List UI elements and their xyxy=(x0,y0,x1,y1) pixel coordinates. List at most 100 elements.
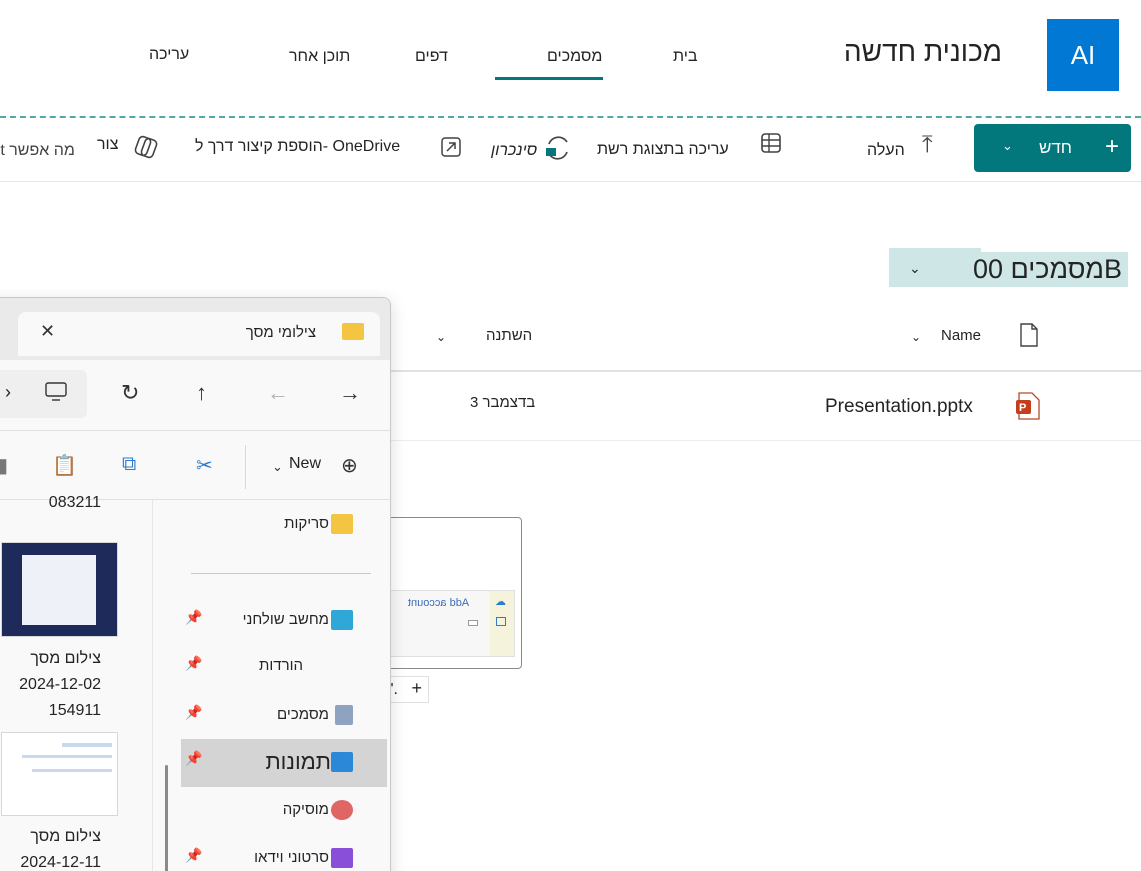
grid-view-icon xyxy=(760,132,782,160)
pane-item-pictures[interactable]: 📌 תמונות xyxy=(181,739,387,787)
pin-icon[interactable]: 📌 xyxy=(185,655,202,672)
nav-pages[interactable]: דפים xyxy=(415,48,448,66)
thumbnail-line xyxy=(32,769,112,772)
cut-icon[interactable]: ✂ xyxy=(196,453,213,478)
thumb-caption: 154911 xyxy=(48,702,101,719)
thumb-caption: 083211 xyxy=(48,494,101,511)
thumb-caption: צילום מסך xyxy=(30,650,101,667)
shortcut-icon xyxy=(441,137,461,163)
add-circle-icon[interactable]: ⊕ xyxy=(341,453,358,478)
cloud-icon: ☁ xyxy=(495,596,506,608)
sync-button[interactable]: סינכרון xyxy=(491,142,537,160)
nav-documents[interactable]: מסמכים xyxy=(547,48,602,66)
sync-icon xyxy=(543,134,573,168)
music-icon xyxy=(331,800,353,820)
plus-icon: + xyxy=(1104,133,1119,160)
file-type-icon[interactable] xyxy=(1019,323,1039,352)
nav-active-indicator xyxy=(495,77,603,80)
upload-button[interactable]: העלה xyxy=(867,142,905,160)
upload-icon: ⤒ xyxy=(922,131,933,158)
thumbnail-image xyxy=(22,555,96,625)
column-name[interactable]: Name xyxy=(941,327,981,344)
nav-home[interactable]: בית xyxy=(673,48,697,66)
thumbnail-line xyxy=(22,755,112,758)
create-button[interactable]: צור xyxy=(97,136,118,154)
close-icon[interactable]: ✕ xyxy=(40,321,55,342)
nav-edit[interactable]: עריכה xyxy=(149,46,189,64)
videos-icon xyxy=(331,848,353,868)
pane-item-music[interactable]: מוסיקה xyxy=(181,788,387,834)
thumb-caption: 2024-12-11 xyxy=(20,854,101,871)
folder-icon xyxy=(342,323,364,340)
copilot-button[interactable]: Copilot מה אפשר xyxy=(0,142,75,160)
library-title: מסמכים 00B xyxy=(966,252,1128,287)
chevron-down-icon[interactable]: ⌄ xyxy=(436,330,446,344)
new-button[interactable]: + חדש ⌄ xyxy=(974,124,1131,172)
file-modified: 3 בדצמבר xyxy=(470,394,536,411)
folder-icon xyxy=(331,514,353,534)
clipchamp-icon xyxy=(133,135,159,165)
explorer-tab-bar: צילומי מסך ✕ xyxy=(0,298,390,360)
copy-icon[interactable]: ⧉ xyxy=(122,453,136,476)
document-icon xyxy=(335,705,353,725)
back-icon[interactable]: → xyxy=(339,380,361,406)
scrollbar[interactable] xyxy=(165,765,168,871)
pin-icon[interactable]: 📌 xyxy=(185,750,202,767)
grid-edit-button[interactable]: עריכה בתצוגת רשת xyxy=(597,141,729,159)
pane-label: מסמכים xyxy=(277,706,329,723)
navigation-pane: › סריקות 📌 מחשב שולחני 📌 הורדות 📌 מסמכים… xyxy=(181,500,390,871)
pictures-icon xyxy=(331,752,353,772)
pane-label: סריקות xyxy=(284,515,329,532)
site-logo[interactable]: AI xyxy=(1047,19,1119,91)
site-title[interactable]: מכונית חדשה xyxy=(844,36,1002,68)
chevron-down-icon: ⌄ xyxy=(909,260,921,276)
pin-icon[interactable]: 📌 xyxy=(185,704,202,721)
pane-label: הורדות xyxy=(259,657,303,674)
command-bar: + חדש ⌄ ⤒ העלה עריכה בתצוגת רשת סינכרון … xyxy=(0,118,1141,182)
desktop-icon xyxy=(331,610,353,630)
thumbnail-line xyxy=(62,743,112,747)
forward-icon[interactable]: ← xyxy=(267,380,289,406)
drag-preview: Add account ☁ xyxy=(369,517,522,669)
powerpoint-icon: P xyxy=(1015,392,1041,420)
file-name[interactable]: Presentation.pptx xyxy=(825,396,973,418)
chevron-down-icon[interactable]: ⌄ xyxy=(911,330,921,344)
pane-item-scans[interactable]: › סריקות xyxy=(181,502,387,548)
drag-preview-thumbnail: Add account ☁ xyxy=(387,590,515,657)
pane-item-downloads[interactable]: 📌 הורדות xyxy=(181,644,387,690)
pin-icon[interactable]: 📌 xyxy=(185,847,202,864)
column-modified[interactable]: השתנה xyxy=(486,327,532,344)
pane-item-videos[interactable]: 📌 סרטוני וידאו xyxy=(181,836,387,871)
add-shortcut-button[interactable]: הוספת קיצור דרך ל- OneDrive xyxy=(195,138,400,156)
drag-preview-text: Add account xyxy=(408,597,470,609)
chevron-down-icon[interactable]: ⌄ xyxy=(1002,138,1013,154)
grid-icon xyxy=(496,617,506,626)
thumbnail[interactable] xyxy=(1,542,118,637)
thumbnail[interactable] xyxy=(1,732,118,816)
toolbar-divider xyxy=(245,445,246,489)
pane-label: תמונות xyxy=(265,749,331,774)
chevron-right-icon[interactable]: › xyxy=(5,382,11,403)
pane-label: מוסיקה xyxy=(282,801,329,818)
rename-icon[interactable]: ▮ xyxy=(0,453,8,478)
site-logo-text: AI xyxy=(1070,39,1096,70)
pin-icon[interactable]: 📌 xyxy=(185,609,202,626)
svg-text:P: P xyxy=(1019,402,1026,414)
pane-label: מחשב שולחני xyxy=(242,611,329,628)
refresh-icon[interactable]: ↻ xyxy=(121,380,139,406)
this-pc-icon[interactable] xyxy=(45,382,67,407)
thumb-caption: 2024-12-02 xyxy=(19,676,101,693)
chevron-down-icon[interactable]: ⌄ xyxy=(272,459,283,475)
paste-icon[interactable]: 📋 xyxy=(52,453,77,478)
pane-item-documents[interactable]: 📌 מסמכים xyxy=(181,693,387,739)
pane-item-desktop[interactable]: 📌 מחשב שולחני xyxy=(181,598,387,644)
up-arrow-icon[interactable]: ↑ xyxy=(196,380,207,406)
nav-other-content[interactable]: תוכן אחר xyxy=(289,48,350,66)
file-explorer-window: צילומי מסך ✕ › ↻ ↑ ← → ▮ 📋 ⧉ ✂ ⌄ New ⊕ xyxy=(0,297,391,871)
address-bar[interactable]: › xyxy=(0,370,87,418)
plus-icon: + xyxy=(411,678,422,698)
explorer-tab[interactable]: צילומי מסך ✕ xyxy=(18,312,380,356)
file-list: 083211 צילום מסך 2024-12-02 154911 צילום… xyxy=(0,494,153,871)
new-item-button[interactable]: New xyxy=(289,455,321,473)
pane-label: סרטוני וידאו xyxy=(254,849,329,866)
